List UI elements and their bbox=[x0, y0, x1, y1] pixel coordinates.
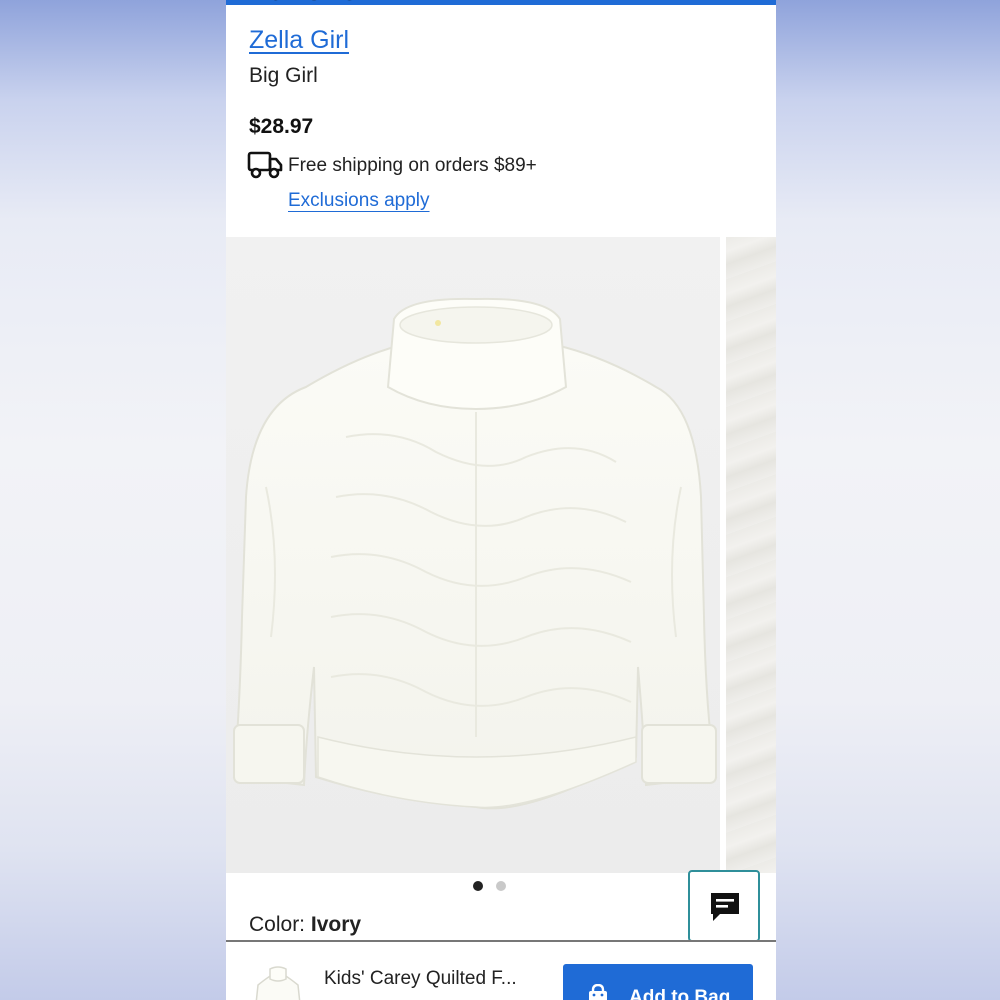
product-image-sweater bbox=[232, 297, 718, 810]
product-price: $28.97 bbox=[249, 115, 314, 138]
brand-link[interactable]: Zella Girl bbox=[249, 26, 349, 55]
image-gallery[interactable] bbox=[226, 237, 776, 873]
chat-icon bbox=[711, 893, 739, 921]
shipping-text: Free shipping on orders $89+ bbox=[288, 155, 537, 176]
sticky-bar-divider bbox=[226, 940, 776, 942]
sticky-product-name: Kids' Carey Quilted F... bbox=[324, 968, 517, 989]
pagination-dot[interactable] bbox=[496, 881, 506, 891]
chat-button[interactable] bbox=[688, 870, 760, 942]
pagination-dot-active[interactable] bbox=[473, 881, 483, 891]
product-subtitle: Big Girl bbox=[249, 64, 318, 87]
color-selection: Color: Ivory bbox=[249, 913, 361, 937]
product-page: Pullover Zella Girl Big Girl $28.97 Free… bbox=[226, 0, 776, 1000]
color-label: Color: bbox=[249, 913, 311, 936]
product-title: Pullover bbox=[248, 0, 370, 8]
truck-icon bbox=[247, 151, 283, 179]
gallery-slide-1[interactable] bbox=[226, 237, 720, 873]
product-thumbnail bbox=[255, 966, 301, 1000]
color-value: Ivory bbox=[310, 913, 362, 936]
left-background bbox=[0, 0, 226, 1000]
exclusions-link[interactable]: Exclusions apply bbox=[288, 190, 430, 212]
shopping-bag-icon bbox=[589, 984, 607, 1000]
add-to-bag-label: Add to Bag bbox=[629, 987, 731, 1000]
add-to-bag-button[interactable]: Add to Bag bbox=[563, 964, 753, 1000]
right-background bbox=[774, 0, 1000, 1000]
gallery-slide-2[interactable] bbox=[726, 237, 776, 873]
